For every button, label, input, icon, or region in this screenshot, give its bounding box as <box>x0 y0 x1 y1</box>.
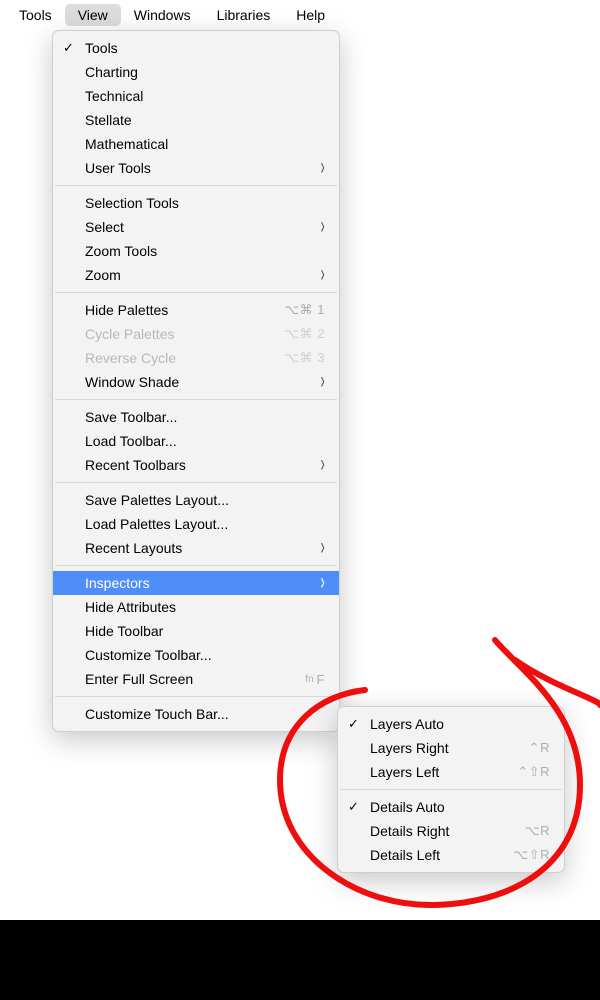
menu-label: Hide Palettes <box>85 302 284 318</box>
menu-label: Technical <box>85 88 325 104</box>
menu-item-recent-toolbars[interactable]: Recent Toolbars › <box>53 453 339 477</box>
menu-item-user-tools[interactable]: User Tools › <box>53 156 339 180</box>
menu-separator <box>55 185 337 186</box>
menubar: Tools View Windows Libraries Help <box>0 0 600 30</box>
menu-item-load-palettes-layout[interactable]: Load Palettes Layout... <box>53 512 339 536</box>
submenu-item-details-left[interactable]: Details Left ⌥⇧R <box>338 843 564 867</box>
menu-label: Cycle Palettes <box>85 326 284 342</box>
chevron-right-icon: › <box>320 215 324 239</box>
menu-item-select[interactable]: Select › <box>53 215 339 239</box>
menubar-item-tools[interactable]: Tools <box>6 4 65 26</box>
inspectors-submenu: ✓ Layers Auto Layers Right ⌃R Layers Lef… <box>337 706 565 873</box>
chevron-right-icon: › <box>320 263 324 287</box>
menu-label: Charting <box>85 64 325 80</box>
menu-separator <box>55 482 337 483</box>
menu-separator <box>55 565 337 566</box>
menu-label: Select <box>85 219 312 235</box>
menu-separator <box>55 696 337 697</box>
view-menu-dropdown: ✓ Tools Charting Technical Stellate Math… <box>52 30 340 732</box>
menu-label: Save Toolbar... <box>85 409 325 425</box>
menu-separator <box>55 399 337 400</box>
shortcut-fn-label: fn <box>305 674 313 685</box>
menu-label: Enter Full Screen <box>85 671 305 687</box>
menu-label: Zoom Tools <box>85 243 325 259</box>
menu-item-cycle-palettes: Cycle Palettes ⌥⌘ 2 <box>53 322 339 346</box>
menu-label: Mathematical <box>85 136 325 152</box>
menu-label: Window Shade <box>85 374 312 390</box>
menu-item-zoom-tools[interactable]: Zoom Tools <box>53 239 339 263</box>
menu-label: Layers Left <box>370 764 517 780</box>
chevron-right-icon: › <box>320 571 324 595</box>
menu-label: Recent Toolbars <box>85 457 312 473</box>
chevron-right-icon: › <box>320 156 324 180</box>
menubar-item-help[interactable]: Help <box>283 4 338 26</box>
menubar-item-libraries[interactable]: Libraries <box>204 4 284 26</box>
shortcut-label: ⌥⌘ 1 <box>284 302 325 318</box>
menu-label: Inspectors <box>85 575 312 591</box>
menu-item-recent-layouts[interactable]: Recent Layouts › <box>53 536 339 560</box>
menu-item-customize-touch-bar[interactable]: Customize Touch Bar... <box>53 702 339 726</box>
menu-item-zoom[interactable]: Zoom › <box>53 263 339 287</box>
menu-item-mathematical[interactable]: Mathematical <box>53 132 339 156</box>
menu-separator <box>55 292 337 293</box>
checkmark-icon: ✓ <box>348 716 370 732</box>
menu-label: Layers Right <box>370 740 529 756</box>
menu-label: Selection Tools <box>85 195 325 211</box>
chevron-right-icon: › <box>320 370 324 394</box>
menu-label: Hide Toolbar <box>85 623 325 639</box>
checkmark-icon: ✓ <box>63 40 85 56</box>
menu-item-hide-toolbar[interactable]: Hide Toolbar <box>53 619 339 643</box>
menubar-item-windows[interactable]: Windows <box>121 4 204 26</box>
menu-item-charting[interactable]: Charting <box>53 60 339 84</box>
menu-label: Recent Layouts <box>85 540 312 556</box>
shortcut-label: ⌥⌘ 2 <box>284 326 325 342</box>
submenu-item-layers-left[interactable]: Layers Left ⌃⇧R <box>338 760 564 784</box>
shortcut-label: F <box>317 672 325 687</box>
submenu-item-details-right[interactable]: Details Right ⌥R <box>338 819 564 843</box>
menu-item-technical[interactable]: Technical <box>53 84 339 108</box>
menu-item-tools[interactable]: ✓ Tools <box>53 36 339 60</box>
shortcut-label: ⌃⇧R <box>517 764 550 780</box>
chevron-right-icon: › <box>320 453 324 477</box>
submenu-item-layers-right[interactable]: Layers Right ⌃R <box>338 736 564 760</box>
shortcut-label: ⌥R <box>525 823 550 839</box>
menu-label: Tools <box>85 40 325 56</box>
chevron-right-icon: › <box>320 536 324 560</box>
submenu-item-layers-auto[interactable]: ✓ Layers Auto <box>338 712 564 736</box>
menu-item-window-shade[interactable]: Window Shade › <box>53 370 339 394</box>
shortcut-label: ⌥⇧R <box>513 847 550 863</box>
menu-label: Customize Toolbar... <box>85 647 325 663</box>
submenu-item-details-auto[interactable]: ✓ Details Auto <box>338 795 564 819</box>
menu-label: Load Palettes Layout... <box>85 516 325 532</box>
menu-label: Stellate <box>85 112 325 128</box>
shortcut-label: ⌃R <box>529 740 550 756</box>
menu-label: Details Auto <box>370 799 550 815</box>
menu-label: Layers Auto <box>370 716 550 732</box>
menu-item-save-toolbar[interactable]: Save Toolbar... <box>53 405 339 429</box>
menu-item-hide-palettes[interactable]: Hide Palettes ⌥⌘ 1 <box>53 298 339 322</box>
checkmark-icon: ✓ <box>348 799 370 815</box>
menu-label: Save Palettes Layout... <box>85 492 325 508</box>
menu-label: Zoom <box>85 267 312 283</box>
menu-label: Reverse Cycle <box>85 350 284 366</box>
menu-label: Load Toolbar... <box>85 433 325 449</box>
menubar-item-view[interactable]: View <box>65 4 121 26</box>
menu-item-reverse-cycle: Reverse Cycle ⌥⌘ 3 <box>53 346 339 370</box>
menu-item-customize-toolbar[interactable]: Customize Toolbar... <box>53 643 339 667</box>
menu-item-enter-full-screen[interactable]: Enter Full Screen fn F <box>53 667 339 691</box>
shortcut-label: ⌥⌘ 3 <box>284 350 325 366</box>
menu-label: Details Right <box>370 823 525 839</box>
menu-label: User Tools <box>85 160 312 176</box>
menu-item-hide-attributes[interactable]: Hide Attributes <box>53 595 339 619</box>
menu-label: Details Left <box>370 847 513 863</box>
black-footer-bar <box>0 920 600 1000</box>
menu-item-load-toolbar[interactable]: Load Toolbar... <box>53 429 339 453</box>
menu-label: Customize Touch Bar... <box>85 706 325 722</box>
menu-item-selection-tools[interactable]: Selection Tools <box>53 191 339 215</box>
menu-separator <box>340 789 562 790</box>
menu-item-save-palettes-layout[interactable]: Save Palettes Layout... <box>53 488 339 512</box>
menu-item-stellate[interactable]: Stellate <box>53 108 339 132</box>
menu-label: Hide Attributes <box>85 599 325 615</box>
menu-item-inspectors[interactable]: Inspectors › <box>53 571 339 595</box>
